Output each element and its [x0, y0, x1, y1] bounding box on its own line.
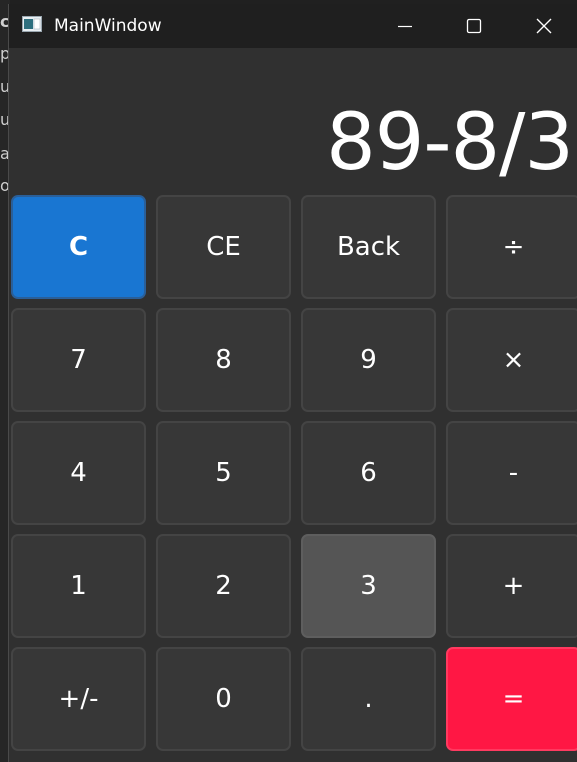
digit-0-button[interactable]: 0 — [156, 647, 291, 751]
divide-button[interactable]: ÷ — [446, 195, 577, 299]
maximize-button[interactable] — [440, 4, 508, 48]
window-app-icon — [22, 16, 42, 32]
minimize-button[interactable] — [371, 4, 439, 48]
minimize-icon — [397, 18, 413, 34]
window-title: MainWindow — [54, 16, 162, 36]
multiply-button[interactable]: × — [446, 308, 577, 412]
digit-4-button[interactable]: 4 — [11, 421, 146, 525]
digit-5-button[interactable]: 5 — [156, 421, 291, 525]
digit-3-button[interactable]: 3 — [301, 534, 436, 638]
calculator-window: MainWindow 89-8/3 C CE Back ÷ 7 8 9 × 4 5 6- 1 2 3 + +/… — [8, 4, 577, 762]
digit-9-button[interactable]: 9 — [301, 308, 436, 412]
equals-button[interactable]: = — [446, 647, 577, 751]
expression-display: 89-8/3 — [326, 98, 574, 188]
decimal-button[interactable]: . — [301, 647, 436, 751]
clear-button[interactable]: C — [11, 195, 146, 299]
maximize-icon — [466, 18, 482, 34]
add-button[interactable]: + — [446, 534, 577, 638]
close-button[interactable] — [510, 4, 577, 48]
digit-6-button[interactable]: 6 — [301, 421, 436, 525]
backspace-button[interactable]: Back — [301, 195, 436, 299]
title-bar[interactable]: MainWindow — [9, 4, 577, 48]
keypad: C CE Back ÷ 7 8 9 × 4 5 6- 1 2 3 + +/- 0. = — [11, 195, 577, 751]
negate-button[interactable]: +/- — [11, 647, 146, 751]
close-icon — [536, 18, 552, 34]
subtract-button[interactable]: - — [446, 421, 577, 525]
clear-entry-button[interactable]: CE — [156, 195, 291, 299]
digit-7-button[interactable]: 7 — [11, 308, 146, 412]
digit-8-button[interactable]: 8 — [156, 308, 291, 412]
digit-1-button[interactable]: 1 — [11, 534, 146, 638]
digit-2-button[interactable]: 2 — [156, 534, 291, 638]
